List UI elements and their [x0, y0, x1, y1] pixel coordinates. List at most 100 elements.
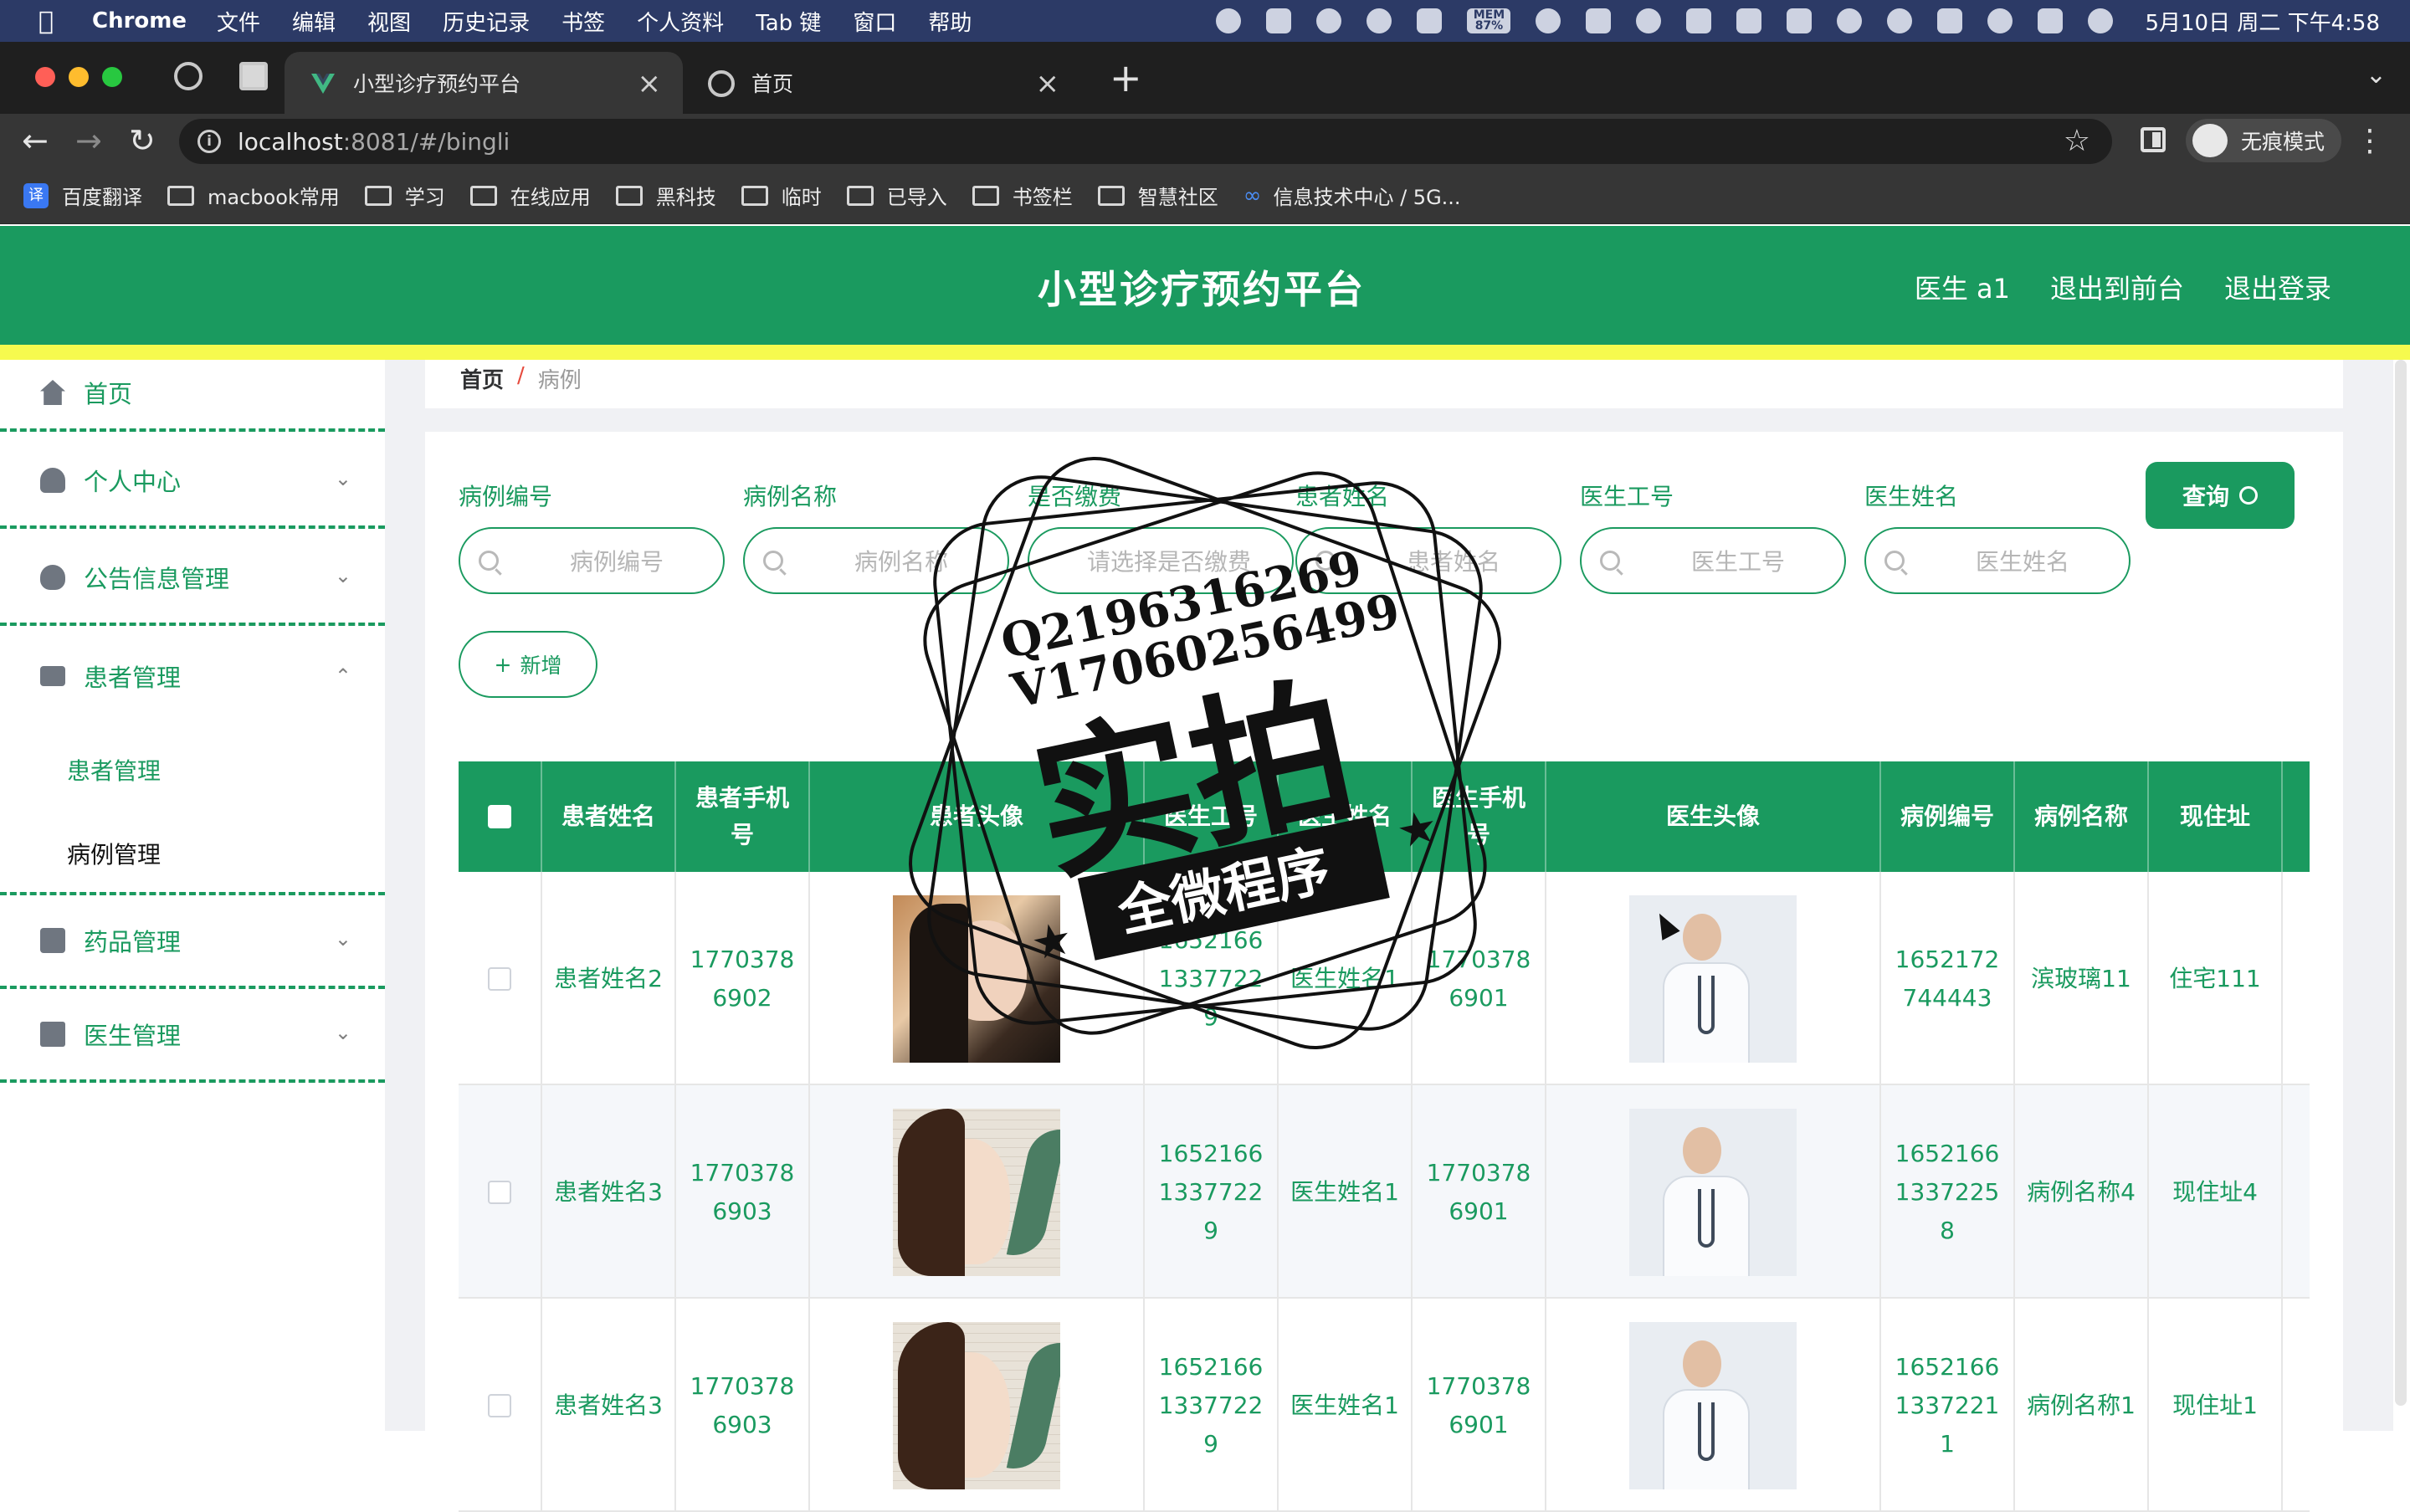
col-doctor-avatar[interactable]: 医生头像	[1546, 761, 1881, 872]
menu-app-name[interactable]: Chrome	[92, 8, 187, 33]
sidebar-subitem-cases[interactable]: 病例管理	[67, 837, 161, 870]
col-patient-phone[interactable]: 患者手机号	[676, 761, 810, 872]
menu-view[interactable]: 视图	[367, 6, 411, 37]
case-name-input[interactable]: 病例名称	[743, 527, 1009, 594]
memory-monitor[interactable]: MEM 87%	[1467, 8, 1511, 33]
patient-avatar-image[interactable]	[893, 894, 1060, 1063]
row-checkbox[interactable]	[488, 966, 511, 991]
menu-file[interactable]: 文件	[217, 6, 260, 37]
menu-help[interactable]: 帮助	[928, 6, 972, 37]
patient-name-input[interactable]: 患者姓名	[1295, 527, 1561, 594]
sidebar-item-notice-management[interactable]: 公告信息管理 ⌄	[0, 532, 385, 626]
close-tab-icon[interactable]: ×	[1036, 67, 1060, 100]
new-tab-icon[interactable]: +	[1110, 55, 1142, 100]
battery-icon[interactable]	[1787, 8, 1813, 33]
doctor-avatar-image[interactable]	[1629, 1321, 1797, 1489]
tab-home[interactable]: 首页 ×	[683, 52, 1081, 114]
close-window-button[interactable]	[35, 67, 55, 87]
side-panel-icon[interactable]	[2141, 127, 2166, 152]
stop-icon[interactable]	[1216, 8, 1242, 33]
menu-edit[interactable]: 编辑	[292, 6, 336, 37]
incognito-profile-button[interactable]: 无痕模式	[2186, 119, 2341, 162]
menu-bookmarks[interactable]: 书签	[561, 6, 605, 37]
doctor-avatar-image[interactable]	[1629, 1108, 1797, 1276]
col-case-no[interactable]: 病例编号	[1881, 761, 2015, 872]
doctor-name-input[interactable]: 医生姓名	[1864, 527, 2131, 594]
window-icon[interactable]	[1586, 8, 1612, 33]
table-row[interactable]: 患者姓名3 17703786903 165216613377229 医生姓名1 …	[459, 1299, 2310, 1512]
tab-clinic-platform[interactable]: 小型诊疗预约平台 ×	[285, 52, 683, 114]
control-center-icon[interactable]	[2038, 8, 2064, 33]
word-icon[interactable]	[1266, 8, 1292, 33]
sidebar-item-doctor-management[interactable]: 医生管理 ⌄	[0, 989, 385, 1083]
bookmark-baidu-translate[interactable]: 译百度翻译	[23, 181, 142, 210]
breadcrumb-home[interactable]: 首页	[460, 363, 504, 394]
back-icon[interactable]: ←	[22, 124, 49, 157]
wifi-icon[interactable]	[1837, 8, 1863, 33]
menu-profile[interactable]: 个人资料	[637, 6, 724, 37]
globe-icon[interactable]	[174, 62, 203, 90]
tab-group-icon[interactable]	[239, 62, 268, 90]
bookmark-folder[interactable]: 已导入	[846, 181, 947, 210]
back-to-front-link[interactable]: 退出到前台	[2050, 268, 2184, 306]
row-checkbox[interactable]	[488, 1180, 511, 1204]
col-doctor-phone[interactable]: 医生手机号	[1413, 761, 1546, 872]
close-tab-icon[interactable]: ×	[638, 67, 662, 100]
col-doctor-no[interactable]: 医生工号	[1145, 761, 1279, 872]
sidebar-subitem-patients[interactable]: 患者管理	[67, 753, 161, 787]
patient-avatar-image[interactable]	[893, 1108, 1060, 1276]
case-no-input[interactable]: 病例编号	[459, 527, 725, 594]
table-row[interactable]: 患者姓名3 17703786903 165216613377229 医生姓名1 …	[459, 1085, 2310, 1299]
sidebar-item-home[interactable]: 首页	[0, 356, 385, 432]
bluetooth-icon[interactable]	[1736, 8, 1762, 33]
siri-icon[interactable]	[2088, 8, 2114, 33]
query-button[interactable]: 查询	[2146, 462, 2295, 529]
col-address[interactable]: 现住址	[2149, 761, 2283, 872]
forward-icon[interactable]: →	[75, 124, 102, 157]
zoom-window-button[interactable]	[102, 67, 122, 87]
col-patient-avatar[interactable]: 患者头像	[810, 761, 1145, 872]
col-doctor-name[interactable]: 医生姓名	[1279, 761, 1413, 872]
minimize-window-button[interactable]	[69, 67, 89, 87]
doctor-no-input[interactable]: 医生工号	[1580, 527, 1846, 594]
bookmark-folder[interactable]: macbook常用	[167, 181, 340, 210]
bookmark-folder[interactable]: 临时	[741, 181, 822, 210]
logout-link[interactable]: 退出登录	[2224, 268, 2331, 306]
select-all-checkbox[interactable]	[488, 805, 511, 828]
chat-icon[interactable]	[1367, 8, 1392, 33]
app-icon[interactable]	[1417, 8, 1443, 33]
page-scrollbar[interactable]	[2395, 360, 2407, 1406]
apple-icon[interactable]: 	[0, 7, 92, 36]
bookmark-folder[interactable]: 智慧社区	[1097, 181, 1218, 210]
bookmark-folder[interactable]: 黑科技	[615, 181, 716, 210]
row-checkbox[interactable]	[488, 1393, 511, 1417]
bell-icon[interactable]	[1316, 8, 1342, 33]
menu-clock[interactable]: 5月10日 周二 下午4:58	[2145, 6, 2380, 37]
network-icon[interactable]	[1636, 8, 1662, 33]
bookmark-folder[interactable]: 在线应用	[469, 181, 591, 210]
menu-history[interactable]: 历史记录	[443, 6, 530, 37]
menu-tab[interactable]: Tab 键	[756, 6, 821, 37]
more-menu-icon[interactable]: ⋮	[2355, 124, 2385, 158]
chevron-down-icon[interactable]: ⌄	[2366, 60, 2387, 90]
display-icon[interactable]	[1686, 8, 1712, 33]
patient-avatar-image[interactable]	[893, 1321, 1060, 1489]
paid-select[interactable]: 请选择是否缴费	[1028, 527, 1294, 594]
sidebar-item-medicine-management[interactable]: 药品管理 ⌄	[0, 892, 385, 989]
sidebar-item-personal-center[interactable]: 个人中心 ⌄	[0, 435, 385, 529]
search-icon[interactable]	[1987, 8, 2013, 33]
col-patient-name[interactable]: 患者姓名	[542, 761, 676, 872]
sidebar-item-patient-management[interactable]: 患者管理 ⌃	[0, 629, 385, 723]
bookmark-folder[interactable]: 书签栏	[972, 181, 1073, 210]
table-row[interactable]: 患者姓名2 17703786902 165216613377229 医生姓名1 …	[459, 872, 2310, 1085]
bookmark-folder[interactable]: 学习	[364, 181, 445, 210]
col-case-name[interactable]: 病例名称	[2015, 761, 2149, 872]
reload-icon[interactable]: ↻	[129, 124, 156, 157]
current-user[interactable]: 医生 a1	[1915, 268, 2010, 306]
bookmark-star-icon[interactable]: ☆	[2064, 124, 2090, 158]
add-button[interactable]: + 新增	[459, 631, 597, 698]
info-icon[interactable]	[1536, 8, 1561, 33]
address-bar[interactable]: i localhost:8081/#/bingli ☆	[179, 119, 2112, 164]
input-method-icon[interactable]	[1937, 8, 1963, 33]
menu-window[interactable]: 窗口	[853, 6, 896, 37]
